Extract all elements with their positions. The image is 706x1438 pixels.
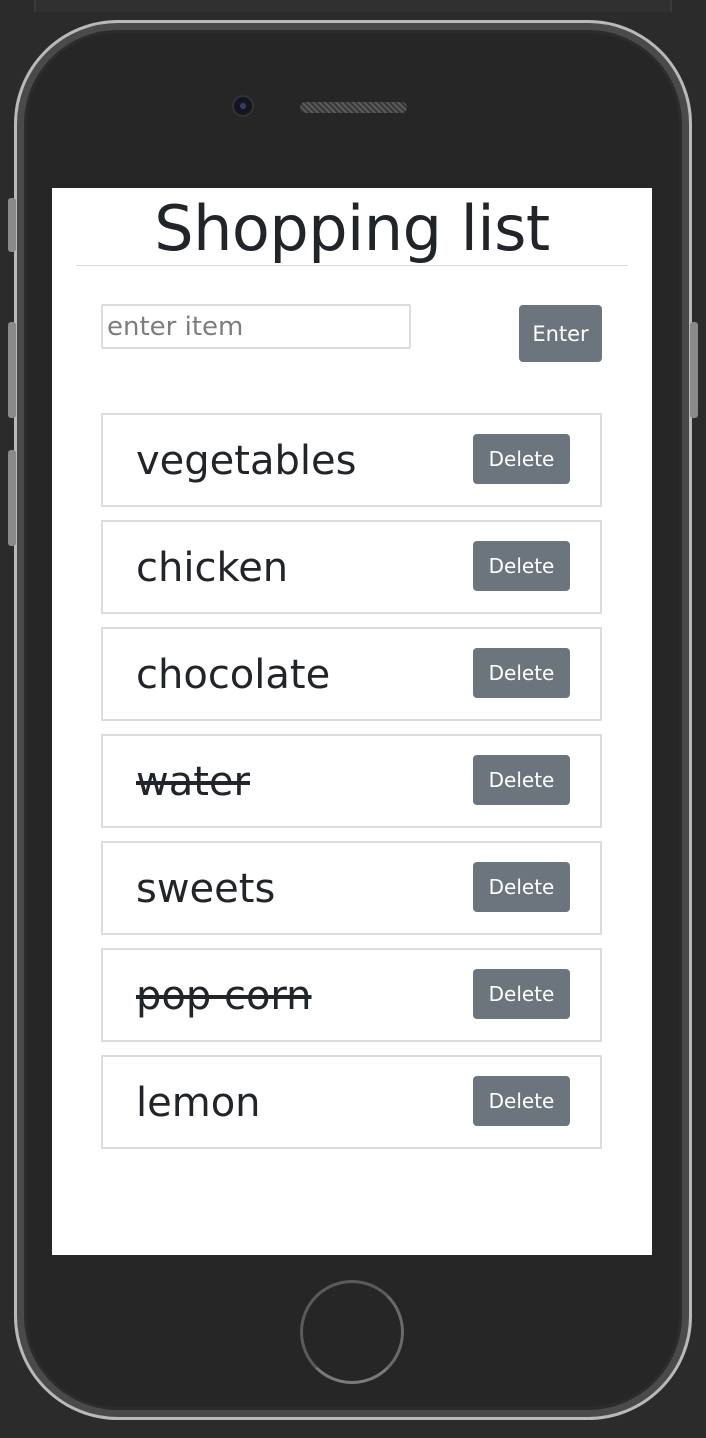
item-text[interactable]: sweets <box>136 863 275 915</box>
delete-button[interactable]: Delete <box>473 862 570 912</box>
item-text[interactable]: chicken <box>136 542 288 594</box>
home-button[interactable] <box>300 1280 404 1384</box>
list-item: sweets Delete <box>101 841 602 935</box>
list-item: chicken Delete <box>101 520 602 614</box>
title-divider <box>76 265 628 266</box>
front-camera-icon <box>234 97 252 115</box>
list-item: water Delete <box>101 734 602 828</box>
enter-button[interactable]: Enter <box>519 305 602 362</box>
delete-button[interactable]: Delete <box>473 648 570 698</box>
item-input[interactable] <box>101 304 411 349</box>
delete-button[interactable]: Delete <box>473 1076 570 1126</box>
item-text[interactable]: chocolate <box>136 649 330 701</box>
earpiece-speaker <box>300 102 407 113</box>
list-item: vegetables Delete <box>101 413 602 507</box>
delete-button[interactable]: Delete <box>473 755 570 805</box>
page-title: Shopping list <box>154 192 550 265</box>
volume-up-button <box>8 322 16 418</box>
list-item: chocolate Delete <box>101 627 602 721</box>
shopping-list: vegetables Delete chicken Delete chocola… <box>101 413 602 1162</box>
delete-button[interactable]: Delete <box>473 434 570 484</box>
list-item: pop corn Delete <box>101 948 602 1042</box>
list-item: lemon Delete <box>101 1055 602 1149</box>
delete-button[interactable]: Delete <box>473 541 570 591</box>
item-text[interactable]: vegetables <box>136 435 356 487</box>
background-strip <box>34 0 672 12</box>
item-text[interactable]: pop corn <box>136 970 312 1022</box>
power-button <box>690 322 698 418</box>
app-screen: Shopping list Enter vegetables Delete ch… <box>52 188 652 1255</box>
mute-switch <box>8 198 16 252</box>
delete-button[interactable]: Delete <box>473 969 570 1019</box>
item-text[interactable]: water <box>136 756 250 808</box>
item-text[interactable]: lemon <box>136 1077 261 1129</box>
volume-down-button <box>8 450 16 546</box>
